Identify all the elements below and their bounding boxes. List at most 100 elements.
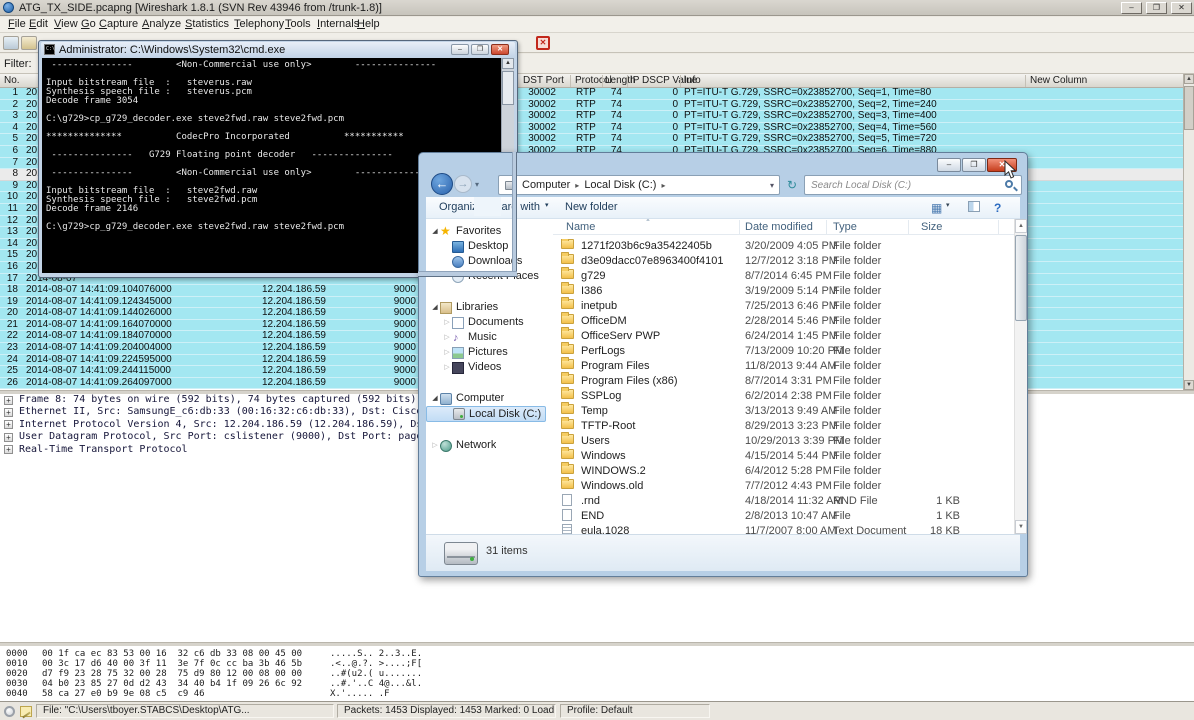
file-row[interactable]: eula.1028 11/7/2007 8:00 AM Text Documen… (553, 524, 1014, 534)
expander-plus-icon[interactable]: + (4, 420, 13, 430)
file-name[interactable]: inetpub (581, 299, 617, 314)
tree-expander-icon[interactable] (442, 315, 452, 330)
menu-item[interactable]: Edit (27, 17, 50, 32)
expander-plus-icon[interactable]: + (4, 445, 13, 455)
wireshark-minimize-button[interactable]: – (1121, 2, 1142, 14)
file-column-header[interactable]: Date modified (745, 220, 813, 234)
sidebar-item[interactable]: Videos (426, 360, 546, 375)
file-row[interactable]: OfficeServ PWP 6/24/2014 1:45 PM File fo… (553, 327, 1014, 344)
menu-item[interactable]: Statistics (183, 17, 231, 32)
file-row[interactable]: Temp 3/13/2013 9:49 AM File folder (553, 402, 1014, 419)
column-header-no[interactable]: No. (4, 75, 20, 87)
file-name[interactable]: TFTP-Root (581, 419, 635, 434)
file-column-header[interactable]: Size (921, 220, 942, 234)
menu-item[interactable]: Help (355, 17, 382, 32)
explorer-maximize-button[interactable]: ❐ (962, 158, 986, 172)
menu-item[interactable]: Tools (283, 17, 313, 32)
scroll-up-icon[interactable]: ▲ (1015, 219, 1027, 233)
close-capture-icon[interactable]: ✕ (536, 36, 550, 50)
sidebar-item[interactable]: Libraries (426, 300, 546, 315)
views-icon[interactable]: ▦ (931, 201, 942, 215)
file-name[interactable]: PerfLogs (581, 344, 625, 359)
refresh-icon[interactable]: ↻ (784, 177, 800, 193)
file-row[interactable]: 1271f203b6c9a35422405b 3/20/2009 4:05 PM… (553, 239, 1014, 254)
expander-plus-icon[interactable]: + (4, 432, 13, 442)
packet-list-scrollbar[interactable]: ▲ ▼ (1183, 74, 1194, 390)
file-name[interactable]: Program Files (581, 359, 649, 374)
wireshark-titlebar[interactable]: ATG_TX_SIDE.pcapng [Wireshark 1.8.1 (SVN… (0, 0, 1194, 16)
expander-plus-icon[interactable]: + (4, 407, 13, 417)
tree-expander-icon[interactable] (430, 300, 440, 315)
scroll-up-icon[interactable]: ▲ (502, 58, 514, 69)
menu-item[interactable]: View (52, 17, 80, 32)
explorer-minimize-button[interactable]: – (937, 158, 961, 172)
address-bar[interactable]: Computer ▸ Local Disk (C:) ▸ ▾ (498, 175, 780, 195)
file-name[interactable]: END (581, 509, 604, 524)
cmd-minimize-button[interactable]: – (451, 44, 469, 55)
sidebar-item[interactable]: Pictures (426, 345, 546, 360)
expert-info-icon[interactable] (4, 706, 15, 717)
tree-expander-icon[interactable] (430, 391, 440, 406)
file-name[interactable]: Windows.old (581, 479, 643, 494)
expander-plus-icon[interactable]: + (4, 395, 13, 405)
search-box[interactable] (804, 175, 1022, 195)
capture-interfaces-icon[interactable] (3, 36, 19, 50)
sidebar-item[interactable]: Downloads (426, 254, 546, 269)
search-input[interactable] (809, 177, 994, 193)
scroll-up-icon[interactable]: ▲ (1184, 74, 1194, 84)
file-row[interactable]: d3e09dacc07e8963400f4101 12/7/2012 3:18 … (553, 252, 1014, 269)
menu-item[interactable]: Go (79, 17, 98, 32)
file-column-header[interactable]: Type (833, 220, 857, 234)
status-profile[interactable]: Profile: Default (560, 704, 710, 718)
tree-expander-icon[interactable] (442, 360, 452, 375)
scrollbar-thumb[interactable] (502, 71, 514, 105)
file-row[interactable]: PerfLogs 7/13/2009 10:20 PM File folder (553, 342, 1014, 359)
sidebar-item[interactable]: Computer (426, 391, 546, 406)
file-name[interactable]: .rnd (581, 494, 600, 509)
sidebar-item[interactable]: Desktop (426, 239, 546, 254)
file-name[interactable]: OfficeServ PWP (581, 329, 660, 344)
file-name[interactable]: OfficeDM (581, 314, 627, 329)
file-row[interactable]: END 2/8/2013 10:47 AM File 1 KB (553, 509, 1014, 524)
file-name[interactable]: d3e09dacc07e8963400f4101 (581, 254, 724, 269)
sidebar-item[interactable]: Favorites (426, 224, 546, 239)
preview-pane-icon[interactable] (968, 201, 980, 212)
hex-row[interactable]: 0020 d7 f9 23 28 75 32 00 28 75 d9 80 12… (0, 669, 1194, 679)
column-header-info[interactable]: Info (684, 75, 701, 87)
file-row[interactable]: WINDOWS.2 6/4/2012 5:28 PM File folder (553, 462, 1014, 479)
chevron-right-icon[interactable]: ▸ (575, 181, 579, 190)
file-list-scrollbar[interactable]: ▲ ▼ (1014, 219, 1027, 534)
scrollbar-thumb[interactable] (1184, 86, 1194, 130)
nav-history-dropdown-icon[interactable]: ▾ (475, 180, 479, 189)
chevron-right-icon[interactable]: ▸ (661, 181, 665, 190)
file-row[interactable]: I386 3/19/2009 5:14 PM File folder (553, 282, 1014, 299)
menu-item[interactable]: Analyze (140, 17, 183, 32)
file-row[interactable]: inetpub 7/25/2013 6:46 PM File folder (553, 297, 1014, 314)
hex-row[interactable]: 0010 00 3c 17 d6 40 00 3f 11 3e 7f 0c cc… (0, 659, 1194, 669)
cmd-maximize-button[interactable]: ❐ (471, 44, 489, 55)
file-name[interactable]: 1271f203b6c9a35422405b (581, 239, 712, 254)
file-row[interactable]: Users 10/29/2013 3:39 PM File folder (553, 432, 1014, 449)
file-row[interactable]: SSPLog 6/2/2014 2:38 PM File folder (553, 387, 1014, 404)
file-row[interactable]: TFTP-Root 8/29/2013 3:23 PM File folder (553, 417, 1014, 434)
address-dropdown-icon[interactable]: ▾ (770, 181, 774, 190)
wireshark-restore-button[interactable]: ❐ (1146, 2, 1167, 14)
file-name[interactable]: WINDOWS.2 (581, 464, 646, 479)
breadcrumb-item[interactable]: Computer ▸ (522, 179, 584, 191)
file-name[interactable]: Temp (581, 404, 608, 419)
file-row[interactable]: Windows 4/15/2014 5:44 PM File folder (553, 447, 1014, 464)
help-icon[interactable]: ? (994, 201, 1001, 215)
scroll-down-icon[interactable]: ▼ (1184, 380, 1194, 390)
new-folder-button[interactable]: New folder (565, 201, 618, 213)
sidebar-item[interactable]: Network (426, 438, 546, 453)
tree-expander-icon[interactable] (430, 224, 440, 239)
file-row[interactable]: Program Files 11/8/2013 9:44 AM File fol… (553, 357, 1014, 374)
capture-options-icon[interactable] (21, 36, 37, 50)
file-name[interactable]: Users (581, 434, 610, 449)
capture-comment-icon[interactable] (20, 706, 32, 717)
file-row[interactable]: Windows.old 7/7/2012 4:43 PM File folder (553, 477, 1014, 494)
sidebar-item[interactable]: Documents (426, 315, 546, 330)
scroll-down-icon[interactable]: ▼ (1015, 520, 1027, 534)
file-name[interactable]: eula.1028 (581, 524, 629, 534)
wireshark-close-button[interactable]: ✕ (1171, 2, 1192, 14)
